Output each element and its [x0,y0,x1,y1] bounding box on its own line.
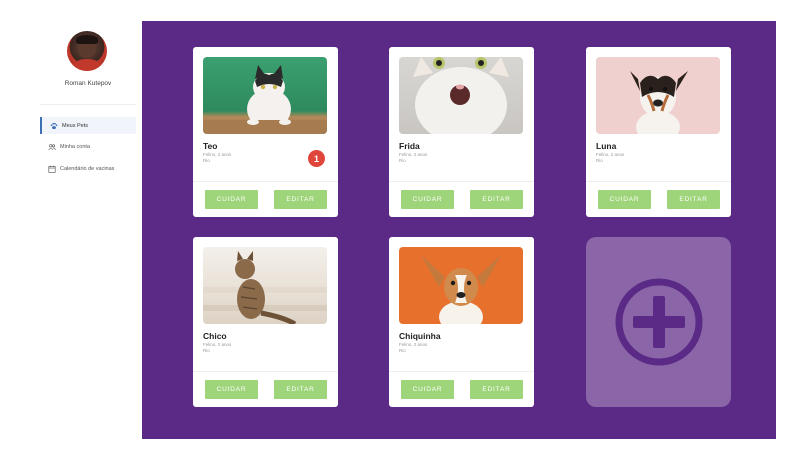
pet-card-teo: Teo Felino, 2 anos Rio 1 CUIDAR EDITAR [193,47,338,217]
card-divider [193,181,338,182]
pet-meta: Felino, 2 anos Rio [596,152,625,163]
add-pet-button[interactable] [586,237,731,407]
pet-meta: Felino, 2 anos Rio [203,152,232,163]
sidebar: Roman Kutepov Meus Pets Minha conta Cale… [0,0,142,463]
edit-button[interactable]: EDITAR [274,380,327,399]
care-button[interactable]: CUIDAR [401,190,454,209]
pet-photo [399,57,523,134]
plus-circle-icon [615,278,702,366]
sidebar-item-minha-conta[interactable]: Minha conta [40,138,136,155]
care-button[interactable]: CUIDAR [205,190,258,209]
notification-badge[interactable]: 1 [308,150,325,167]
care-button[interactable]: CUIDAR [598,190,651,209]
sidebar-item-label: Calendário de vacinas [60,165,115,172]
user-name: Roman Kutepov [64,80,112,87]
pets-grid: Teo Felino, 2 anos Rio 1 CUIDAR EDITAR F… [142,21,776,439]
avatar[interactable] [67,31,107,71]
care-button[interactable]: CUIDAR [401,380,454,399]
pet-card-chico: Chico Felino, 2 anos Rio CUIDAR EDITAR [193,237,338,407]
card-divider [389,371,534,372]
pet-card-frida: Frida Felino, 2 anos Rio CUIDAR EDITAR [389,47,534,217]
pet-name: Chico [203,331,227,341]
pet-photo [203,247,327,324]
pet-name: Teo [203,141,218,151]
pet-photo [596,57,720,134]
pet-photo [399,247,523,324]
people-icon [48,143,56,151]
card-divider [586,181,731,182]
pet-name: Luna [596,141,617,151]
card-divider [193,371,338,372]
paw-icon [50,122,58,130]
card-divider [389,181,534,182]
pet-meta: Felino, 2 anos Rio [399,342,428,353]
sidebar-item-label: Meus Pets [62,122,88,129]
sidebar-item-label: Minha conta [60,143,90,150]
pet-photo [203,57,327,134]
pet-name: Chiquinha [399,331,441,341]
pet-meta: Felino, 2 anos Rio [399,152,428,163]
pet-card-luna: Luna Felino, 2 anos Rio CUIDAR EDITAR [586,47,731,217]
pet-card-chiquinha: Chiquinha Felino, 2 anos Rio CUIDAR EDIT… [389,237,534,407]
pet-name: Frida [399,141,420,151]
pet-meta: Felino, 2 anos Rio [203,342,232,353]
calendar-icon [48,165,56,173]
edit-button[interactable]: EDITAR [667,190,720,209]
sidebar-item-meus-pets[interactable]: Meus Pets [40,117,136,134]
edit-button[interactable]: EDITAR [274,190,327,209]
edit-button[interactable]: EDITAR [470,380,523,399]
sidebar-item-calendario[interactable]: Calendário de vacinas [40,160,136,177]
edit-button[interactable]: EDITAR [470,190,523,209]
care-button[interactable]: CUIDAR [205,380,258,399]
sidebar-divider [40,104,136,105]
